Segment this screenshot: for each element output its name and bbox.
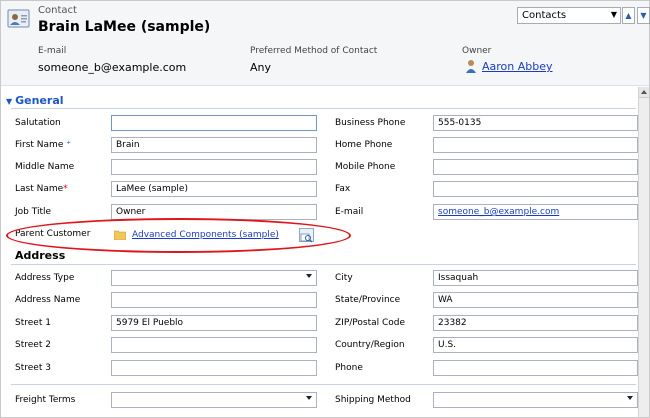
record-title: Brain LaMee (sample) <box>38 19 211 35</box>
general-section-header[interactable]: ▼ General <box>6 94 64 107</box>
parent-customer-link[interactable]: Advanced Components (sample) <box>132 230 279 240</box>
city-input[interactable]: Issaquah <box>433 270 638 286</box>
street2-input[interactable] <box>111 337 317 353</box>
shipping-method-select[interactable] <box>433 392 638 408</box>
street3-input[interactable] <box>111 360 317 376</box>
email-label: E-mail <box>335 207 364 217</box>
arrow-up-icon[interactable]: ▲ <box>622 7 635 24</box>
chevron-down-icon: ▼ <box>610 10 617 19</box>
home-phone-label: Home Phone <box>335 140 393 150</box>
city-label: City <box>335 273 353 283</box>
address-type-label: Address Type <box>15 273 75 283</box>
form-body: ▼ General Salutation First Name ⁺ Brain M… <box>1 87 638 417</box>
scroll-up-icon[interactable] <box>639 87 649 98</box>
middle-name-label: Middle Name <box>15 162 75 172</box>
fax-label: Fax <box>335 184 351 194</box>
chevron-down-icon <box>306 274 312 278</box>
mobile-phone-input[interactable] <box>433 159 638 175</box>
entity-type-label: Contact <box>38 5 77 16</box>
chevron-down-icon <box>306 396 312 400</box>
vertical-scrollbar[interactable] <box>638 87 649 417</box>
header-email-value: someone_b@example.com <box>38 61 187 74</box>
street2-label: Street 2 <box>15 340 51 350</box>
job-title-input[interactable]: Owner <box>111 204 317 220</box>
record-header: Contact Brain LaMee (sample) Contacts ▼ … <box>1 1 650 86</box>
fax-input[interactable] <box>433 181 638 197</box>
salutation-input[interactable] <box>111 115 317 131</box>
header-email-label: E-mail <box>38 46 67 56</box>
state-label: State/Province <box>335 295 401 305</box>
home-phone-input[interactable] <box>433 137 638 153</box>
phone-input[interactable] <box>433 360 638 376</box>
lookup-icon[interactable] <box>299 228 314 243</box>
business-phone-input[interactable]: 555-0135 <box>433 115 638 131</box>
address-section-header: Address <box>15 249 66 262</box>
contact-card-icon <box>7 9 30 28</box>
country-label: Country/Region <box>335 340 405 350</box>
arrow-down-icon[interactable]: ▼ <box>637 7 650 24</box>
header-preferred-contact-label: Preferred Method of Contact <box>250 46 378 56</box>
street3-label: Street 3 <box>15 363 51 373</box>
last-name-label: Last Name* <box>15 184 68 194</box>
salutation-label: Salutation <box>15 118 61 128</box>
parent-customer-lookup[interactable]: Advanced Components (sample) <box>111 227 316 243</box>
collapse-arrow-icon: ▼ <box>6 97 13 106</box>
job-title-label: Job Title <box>15 207 52 217</box>
state-input[interactable]: WA <box>433 292 638 308</box>
freight-terms-label: Freight Terms <box>15 395 76 405</box>
middle-name-input[interactable] <box>111 159 317 175</box>
section-divider <box>11 384 636 385</box>
first-name-input[interactable]: Brain <box>111 137 317 153</box>
address-name-label: Address Name <box>15 295 81 305</box>
section-divider <box>11 264 636 265</box>
address-type-select[interactable] <box>111 270 317 286</box>
zip-input[interactable]: 23382 <box>433 315 638 331</box>
freight-terms-select[interactable] <box>111 392 317 408</box>
user-icon <box>466 60 476 73</box>
owner-link[interactable]: Aaron Abbey <box>482 60 553 73</box>
section-divider <box>11 108 636 109</box>
phone-label: Phone <box>335 363 363 373</box>
header-preferred-contact-value: Any <box>250 61 272 74</box>
chevron-down-icon <box>627 396 633 400</box>
mobile-phone-label: Mobile Phone <box>335 162 396 172</box>
form-selector-value: Contacts <box>522 10 567 21</box>
first-name-label: First Name ⁺ <box>15 140 71 150</box>
zip-label: ZIP/Postal Code <box>335 318 406 328</box>
street1-label: Street 1 <box>15 318 51 328</box>
folder-icon <box>114 230 126 240</box>
address-name-input[interactable] <box>111 292 317 308</box>
email-input[interactable]: someone_b@example.com <box>433 204 638 220</box>
form-selector-dropdown[interactable]: Contacts ▼ <box>517 7 621 24</box>
street1-input[interactable]: 5979 El Pueblo <box>111 315 317 331</box>
last-name-input[interactable]: LaMee (sample) <box>111 181 317 197</box>
shipping-method-label: Shipping Method <box>335 395 411 405</box>
country-input[interactable]: U.S. <box>433 337 638 353</box>
business-phone-label: Business Phone <box>335 118 406 128</box>
header-owner-label: Owner <box>462 46 492 56</box>
parent-customer-label: Parent Customer <box>15 229 91 239</box>
